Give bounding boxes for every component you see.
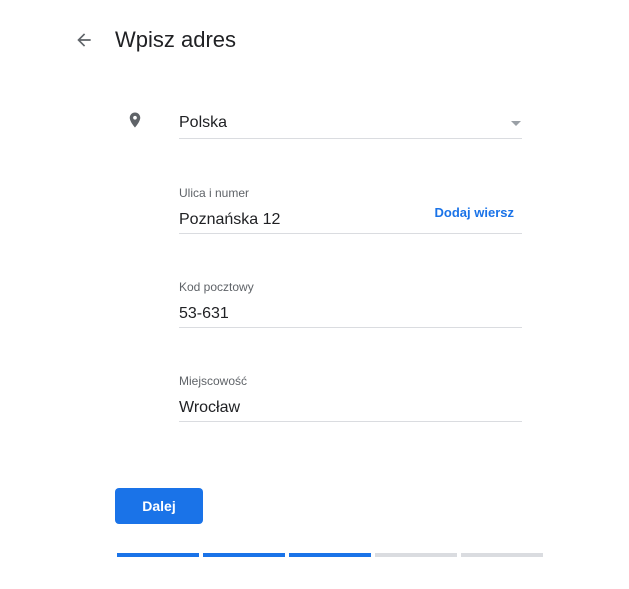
address-form-page: Wpisz adres Polska Ulica i numer Poznańs… [0,0,629,589]
progress-segment [375,553,457,557]
postal-code-underline [179,327,522,328]
back-button[interactable] [70,26,98,54]
arrow-back-icon [77,33,91,47]
progress-segment [461,553,543,557]
postal-code-label: Kod pocztowy [179,280,254,294]
page-title: Wpisz adres [115,27,237,52]
add-line-button[interactable]: Dodaj wiersz [435,205,514,220]
postal-code-field[interactable]: Kod pocztowy 53-631 [179,280,522,328]
postal-code-input[interactable]: 53-631 [179,304,522,324]
progress-bar [117,553,543,557]
city-input[interactable]: Wrocław [179,398,522,418]
progress-segment [117,553,199,557]
city-underline [179,421,522,422]
city-label: Miejscowość [179,374,248,388]
location-pin-icon [129,112,141,128]
city-field[interactable]: Miejscowość Wrocław [179,374,522,422]
progress-segment [289,553,371,557]
country-select[interactable]: Polska [179,113,522,139]
street-label: Ulica i numer [179,186,250,200]
progress-segment [203,553,285,557]
next-button[interactable]: Dalej [115,488,203,524]
country-value: Polska [179,114,228,131]
country-underline [179,138,522,139]
street-field[interactable]: Ulica i numer Poznańska 12 Dodaj wiersz [179,186,522,234]
dropdown-caret-icon [511,121,521,126]
street-underline [179,233,522,234]
